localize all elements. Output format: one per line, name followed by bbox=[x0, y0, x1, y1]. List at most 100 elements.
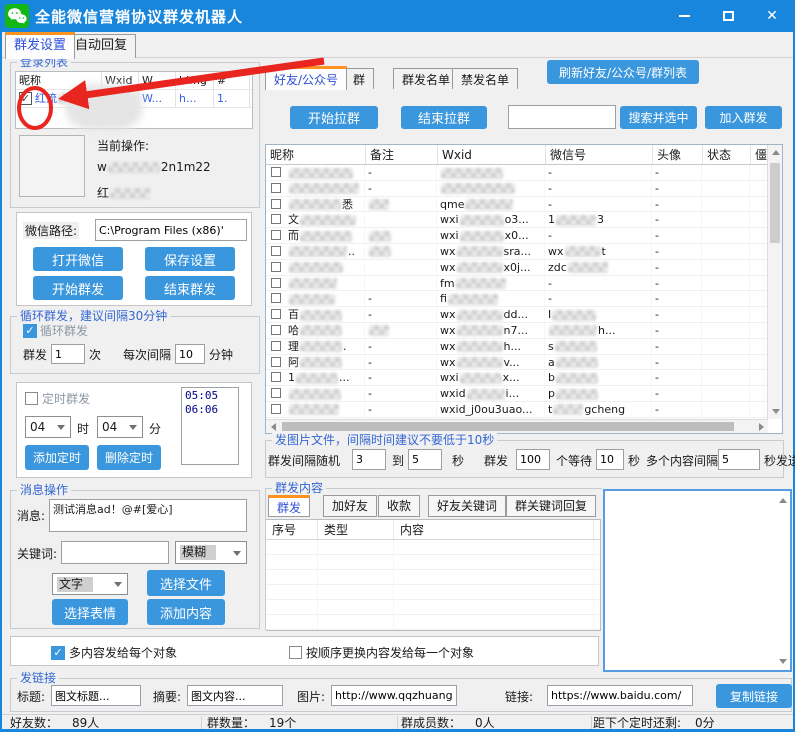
maximize-button[interactable] bbox=[713, 3, 743, 29]
tab-ban-list[interactable]: 禁发名单 bbox=[452, 68, 518, 89]
scroll-left-icon[interactable] bbox=[271, 423, 276, 431]
tab-send-list[interactable]: 群发名单 bbox=[393, 68, 459, 89]
row-checkbox[interactable] bbox=[271, 372, 281, 382]
contact-row[interactable]: 理.-wxh...s- bbox=[266, 339, 768, 355]
multi-content-checkbox[interactable]: ✓ bbox=[51, 646, 65, 660]
interval-max-input[interactable] bbox=[408, 449, 442, 470]
tab-send-settings[interactable]: 群发设置 bbox=[5, 32, 75, 59]
link-digest-input[interactable] bbox=[187, 685, 283, 706]
scrollbar-thumb[interactable] bbox=[770, 163, 780, 243]
scroll-right-icon[interactable] bbox=[759, 423, 764, 431]
interval-min-input[interactable] bbox=[352, 449, 386, 470]
interval-input[interactable] bbox=[175, 344, 205, 364]
link-image-input[interactable] bbox=[331, 685, 457, 706]
copy-link-button[interactable]: 复制链接 bbox=[716, 684, 792, 708]
wechat-path-input[interactable] bbox=[95, 219, 247, 241]
delete-timer-button[interactable]: 删除定时 bbox=[97, 445, 161, 470]
tab-payment[interactable]: 收款 bbox=[378, 495, 420, 517]
minute-select[interactable]: 04 bbox=[97, 416, 143, 438]
contact-row[interactable]: 百-wxdd...I- bbox=[266, 307, 768, 323]
row-checkbox[interactable] bbox=[271, 199, 281, 209]
row-checkbox[interactable] bbox=[271, 293, 281, 303]
send-count-input[interactable] bbox=[51, 344, 85, 364]
loop-send-checkbox[interactable]: ✓ bbox=[23, 324, 37, 338]
tab-friends[interactable]: 好友/公众号 bbox=[265, 66, 347, 90]
tab-friend-keyword[interactable]: 好友关键词 bbox=[428, 495, 506, 517]
link-title-input[interactable] bbox=[51, 685, 141, 706]
contact-row[interactable]: --- bbox=[266, 165, 768, 181]
row-checkbox[interactable] bbox=[271, 262, 281, 272]
contact-row[interactable]: -wxid_j0ou3uao...tgcheng- bbox=[266, 402, 768, 418]
timer-checkbox[interactable] bbox=[25, 392, 38, 405]
tab-group-keyword-reply[interactable]: 群关键词回复 bbox=[506, 495, 596, 517]
vertical-scrollbar[interactable] bbox=[767, 145, 782, 419]
refresh-list-button[interactable]: 刷新好友/公众号/群列表 bbox=[547, 60, 699, 84]
save-settings-button[interactable]: 保存设置 bbox=[145, 247, 235, 271]
batch-count-input[interactable] bbox=[516, 449, 550, 470]
contact-row[interactable]: 1...-wxix...b- bbox=[266, 370, 768, 386]
select-emoji-button[interactable]: 选择表情 bbox=[52, 599, 128, 625]
scroll-down-icon[interactable] bbox=[779, 659, 787, 664]
search-input[interactable] bbox=[508, 105, 616, 129]
tab-groups[interactable]: 群 bbox=[344, 68, 374, 89]
timer-item[interactable]: 06:06 bbox=[185, 403, 235, 417]
row-checkbox[interactable] bbox=[271, 325, 281, 335]
add-content-button[interactable]: 添加内容 bbox=[147, 599, 225, 625]
scroll-up-icon[interactable] bbox=[772, 150, 780, 155]
account-checkbox[interactable]: ✓ bbox=[19, 92, 32, 105]
keyword-input[interactable] bbox=[61, 541, 169, 564]
sequential-checkbox[interactable] bbox=[289, 646, 302, 659]
start-send-button[interactable]: 开始群发 bbox=[33, 276, 123, 300]
row-checkbox[interactable] bbox=[271, 404, 281, 414]
contact-row[interactable]: -wxidi...p- bbox=[266, 386, 768, 402]
row-checkbox[interactable] bbox=[271, 230, 281, 240]
search-select-button[interactable]: 搜索并选中 bbox=[620, 106, 697, 129]
tab-mass-send[interactable]: 群发 bbox=[268, 495, 310, 517]
contact-row[interactable]: --- bbox=[266, 181, 768, 197]
open-wechat-button[interactable]: 打开微信 bbox=[33, 247, 123, 271]
content-type-select[interactable]: 文字 bbox=[52, 573, 128, 595]
row-checkbox[interactable] bbox=[271, 278, 281, 288]
row-checkbox[interactable] bbox=[271, 246, 281, 256]
contact-row[interactable]: fm-- bbox=[266, 276, 768, 292]
start-pull-button[interactable]: 开始拉群 bbox=[290, 106, 378, 129]
end-pull-button[interactable]: 结束拉群 bbox=[401, 106, 487, 129]
row-checkbox[interactable] bbox=[271, 341, 281, 351]
timer-list[interactable]: 05:0506:06 bbox=[181, 387, 239, 465]
join-send-button[interactable]: 加入群发 bbox=[705, 106, 782, 129]
select-file-button[interactable]: 选择文件 bbox=[147, 570, 225, 596]
timer-item[interactable]: 05:05 bbox=[185, 389, 235, 403]
row-checkbox[interactable] bbox=[271, 183, 281, 193]
wait-input[interactable] bbox=[596, 449, 624, 470]
multi-interval-input[interactable] bbox=[718, 449, 760, 470]
match-mode-select[interactable]: 模糊 bbox=[175, 541, 247, 564]
scroll-down-icon[interactable] bbox=[772, 409, 780, 414]
contact-row[interactable]: 文wxio3...13- bbox=[266, 212, 768, 228]
scrollbar-thumb[interactable] bbox=[282, 422, 734, 431]
row-checkbox[interactable] bbox=[271, 309, 281, 319]
hour-select[interactable]: 04 bbox=[25, 416, 71, 438]
add-timer-button[interactable]: 添加定时 bbox=[25, 445, 89, 470]
tab-auto-reply[interactable]: 自动回复 bbox=[66, 34, 136, 58]
end-send-button[interactable]: 结束群发 bbox=[145, 276, 235, 300]
row-checkbox[interactable] bbox=[271, 167, 281, 177]
close-button[interactable]: ✕ bbox=[757, 3, 787, 29]
message-textarea[interactable]: 测试消息ad！@#[爱心] bbox=[49, 499, 247, 532]
minimize-button[interactable] bbox=[669, 3, 699, 29]
scroll-up-icon[interactable] bbox=[779, 498, 787, 503]
preview-textarea[interactable] bbox=[603, 489, 792, 672]
contact-row[interactable]: -fi-- bbox=[266, 291, 768, 307]
contact-row[interactable]: 悉qme-- bbox=[266, 197, 768, 213]
row-checkbox[interactable] bbox=[271, 388, 281, 398]
contact-row[interactable]: 阿-wxv...a- bbox=[266, 355, 768, 371]
contact-row[interactable]: 而wxix0...-- bbox=[266, 228, 768, 244]
contact-row[interactable]: 哈wxn7...h...- bbox=[266, 323, 768, 339]
row-checkbox[interactable] bbox=[271, 357, 281, 367]
horizontal-scrollbar[interactable] bbox=[266, 419, 768, 433]
row-checkbox[interactable] bbox=[271, 214, 281, 224]
contact-row[interactable]: wxx0j...zdc- bbox=[266, 260, 768, 276]
link-url-input[interactable] bbox=[547, 685, 693, 706]
contact-row[interactable]: ..wxsra...wxt- bbox=[266, 244, 768, 260]
col-status: 状态 bbox=[703, 145, 751, 164]
tab-add-friend[interactable]: 加好友 bbox=[323, 495, 377, 517]
